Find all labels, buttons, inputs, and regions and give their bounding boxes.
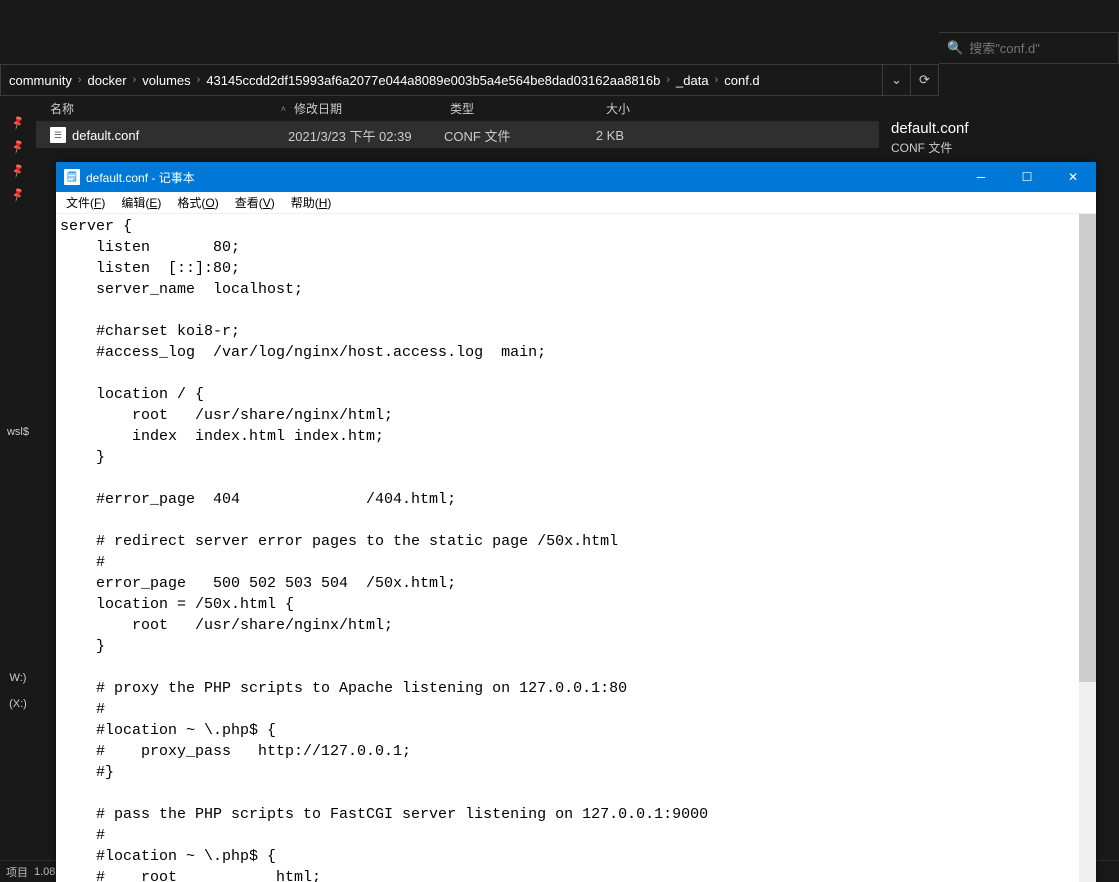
breadcrumb-item[interactable]: 43145ccdd2df15993af6a2077e044a8089e003b5…	[206, 73, 660, 88]
pin-icon[interactable]: 📌	[8, 113, 27, 132]
scrollbar-thumb[interactable]	[1079, 214, 1096, 682]
menu-view[interactable]: 查看(V)	[229, 192, 281, 213]
breadcrumb-item[interactable]: conf.d	[724, 73, 759, 88]
breadcrumb: community › docker › volumes › 43145ccdd2df159…	[1, 73, 882, 88]
details-subtitle: CONF 文件	[891, 139, 1107, 156]
search-box[interactable]: 🔍	[939, 32, 1119, 64]
close-button[interactable]: ✕	[1050, 162, 1096, 192]
file-date: 2021/3/23 下午 02:39	[288, 126, 444, 145]
notepad-body: server { listen 80; listen [::]:80; serv…	[56, 214, 1096, 882]
minimize-button[interactable]: ─	[958, 162, 1004, 192]
file-type: CONF 文件	[444, 126, 564, 145]
menu-help[interactable]: 帮助(H)	[285, 192, 338, 213]
details-title: default.conf	[891, 120, 1107, 137]
breadcrumb-item[interactable]: _data	[676, 73, 709, 88]
refresh-button[interactable]: ⟳	[910, 65, 938, 95]
notepad-titlebar[interactable]: 🗒 default.conf - 记事本 ─ ☐ ✕	[56, 162, 1096, 192]
search-input[interactable]	[969, 41, 1119, 56]
column-headers: 名称 ˄ 修改日期 类型 大小	[36, 96, 879, 122]
chevron-right-icon: ›	[78, 74, 82, 86]
pin-icon[interactable]: 📌	[8, 185, 27, 204]
pin-icon[interactable]: 📌	[8, 137, 27, 156]
status-items-value: 1.08	[34, 866, 55, 878]
file-icon: ☰	[50, 127, 66, 143]
chevron-right-icon: ›	[133, 74, 137, 86]
file-name: default.conf	[72, 128, 139, 143]
status-items-label: 项目	[6, 864, 28, 880]
column-header-date[interactable]: 修改日期	[294, 100, 450, 117]
notepad-icon: 🗒	[64, 169, 80, 185]
breadcrumb-item[interactable]: community	[9, 73, 72, 88]
menu-edit[interactable]: 编辑(E)	[115, 192, 167, 213]
history-dropdown-button[interactable]: ⌄	[882, 65, 910, 95]
sort-indicator-icon: ˄	[281, 104, 286, 114]
search-icon: 🔍	[947, 40, 963, 56]
nav-item-drive-w[interactable]: W:)	[10, 672, 27, 684]
scrollbar-vertical[interactable]	[1079, 214, 1096, 882]
column-header-type[interactable]: 类型	[450, 100, 570, 117]
breadcrumb-item[interactable]: volumes	[142, 73, 190, 88]
nav-item-drive-x[interactable]: (X:)	[9, 698, 27, 710]
address-bar[interactable]: community › docker › volumes › 43145ccdd2df159…	[0, 64, 939, 96]
nav-item-wsl[interactable]: wsl$	[7, 426, 29, 438]
left-rail: 📌 📌 📌 📌 wsl$ W:) (X:)	[0, 96, 36, 860]
pin-icon[interactable]: 📌	[8, 161, 27, 180]
explorer-header: community › docker › volumes › 43145ccdd2df159…	[0, 32, 1119, 96]
maximize-button[interactable]: ☐	[1004, 162, 1050, 192]
notepad-menubar: 文件(F) 编辑(E) 格式(O) 查看(V) 帮助(H)	[56, 192, 1096, 214]
chevron-right-icon: ›	[666, 74, 670, 86]
column-name-label: 名称	[50, 100, 74, 117]
table-row[interactable]: ☰ default.conf 2021/3/23 下午 02:39 CONF 文…	[36, 122, 879, 148]
column-header-name[interactable]: 名称 ˄	[50, 100, 294, 117]
chevron-right-icon: ›	[197, 74, 201, 86]
notepad-title-text: default.conf - 记事本	[86, 169, 958, 186]
chevron-right-icon: ›	[715, 74, 719, 86]
notepad-window: 🗒 default.conf - 记事本 ─ ☐ ✕ 文件(F) 编辑(E) 格…	[56, 162, 1096, 882]
menu-format[interactable]: 格式(O)	[171, 192, 224, 213]
breadcrumb-item[interactable]: docker	[88, 73, 127, 88]
menu-file[interactable]: 文件(F)	[60, 192, 111, 213]
notepad-textarea[interactable]: server { listen 80; listen [::]:80; serv…	[56, 214, 1079, 882]
file-size: 2 KB	[564, 128, 624, 143]
column-header-size[interactable]: 大小	[570, 100, 630, 117]
